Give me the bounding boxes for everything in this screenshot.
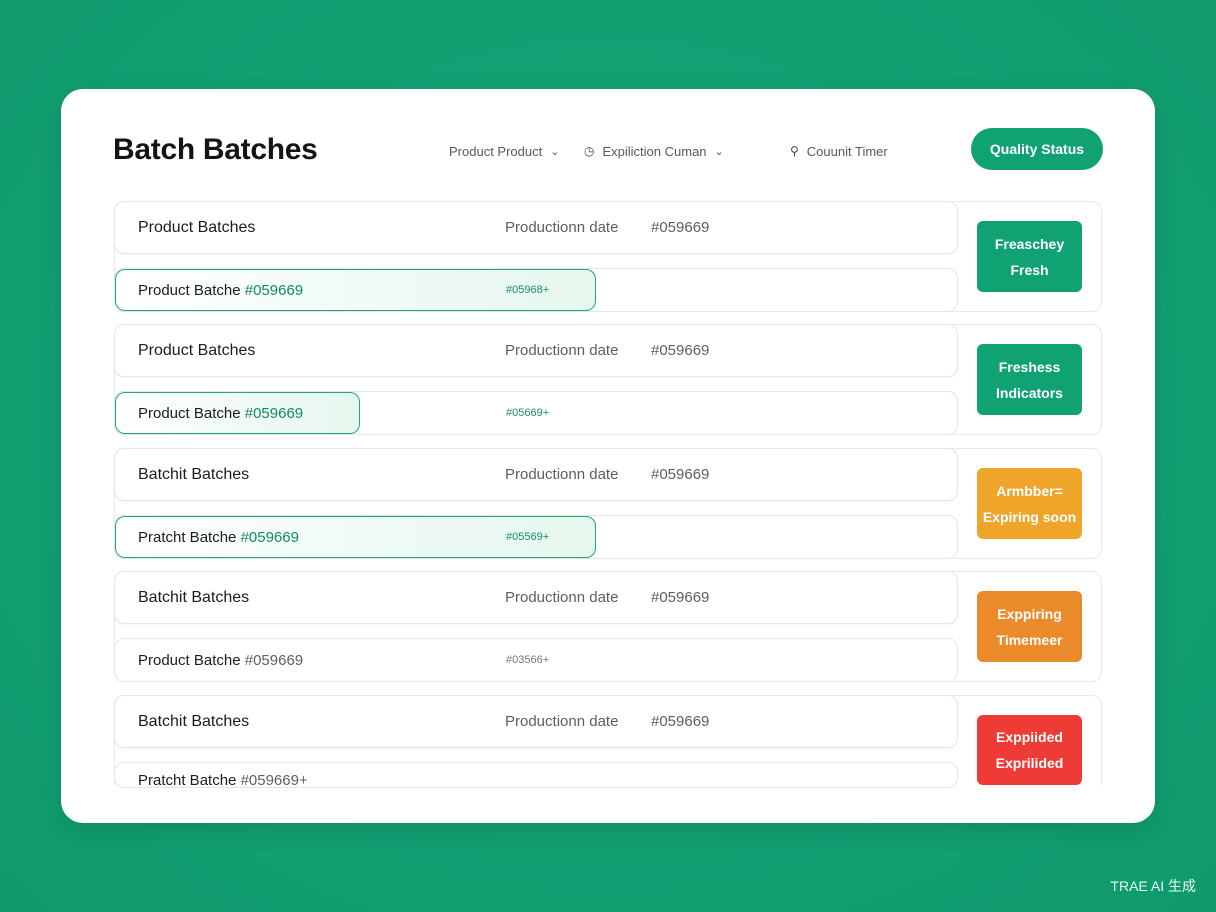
batch-code: #059669: [651, 219, 710, 236]
batch-small-code: #05669+: [506, 407, 550, 419]
badge-line-1: Freaschey: [994, 235, 1065, 252]
batch-small-code: #05968+: [506, 284, 550, 296]
batch-progress-row[interactable]: Pratcht Batche #059669+: [114, 762, 958, 788]
batch-group[interactable]: Product Batches Productionn date #059669…: [114, 201, 1102, 312]
pin-icon: ⚲: [790, 144, 799, 158]
badge-line-1: Exppiided: [996, 729, 1063, 745]
batch-group[interactable]: Batchit Batches Productionn date #059669…: [114, 448, 1102, 559]
batch-summary-row[interactable]: Batchit Batches Productionn date #059669: [114, 571, 958, 624]
batch-label: Product Batche #059669: [138, 282, 303, 299]
batch-name: Batchit Batches: [138, 713, 250, 730]
chevron-down-icon: ⌄: [550, 145, 560, 158]
batch-label-code: #059669: [244, 282, 304, 299]
badge-line-1: Armbber=: [996, 482, 1063, 499]
product-filter-dropdown[interactable]: Product Product ⌄: [449, 141, 559, 161]
expiration-filter-dropdown[interactable]: ◷ Expiliction Cuman ⌄: [584, 141, 724, 161]
batch-name: Product Batches: [138, 219, 256, 236]
freshness-status-badge[interactable]: Freshess Indicators: [977, 344, 1082, 415]
batch-name: Batchit Batches: [138, 466, 250, 483]
badge-line-2: Timemeer: [996, 631, 1063, 648]
batch-label: Product Batche #059669: [138, 652, 303, 669]
page-title: Batch Batches: [113, 133, 318, 166]
badge-line-1: Freshess: [998, 358, 1061, 375]
chevron-down-icon: ⌄: [714, 145, 724, 158]
batch-label: Product Batche #059669: [138, 405, 303, 422]
batch-group[interactable]: Batchit Batches Productionn date #059669…: [114, 695, 1102, 788]
badge-line-2: Fresh: [1010, 261, 1049, 278]
badge-line-2: Exprilided: [995, 755, 1064, 771]
batch-small-code: #03566+: [506, 654, 550, 666]
batch-label-prefix: Pratcht Batche: [138, 529, 237, 546]
batch-progress-row[interactable]: Product Batche #059669 #05968+: [114, 268, 958, 312]
timer-icon: ◷: [584, 144, 595, 158]
batch-label-code: #059669: [240, 529, 299, 546]
freshness-status-badge[interactable]: Exppiring Timemeer: [977, 591, 1082, 662]
countdown-timer-filter[interactable]: ⚲ Couunit Timer: [790, 141, 888, 161]
batch-label-code: #059669: [244, 405, 304, 422]
production-date-label: Productionn date: [505, 713, 619, 730]
batch-summary-row[interactable]: Product Batches Productionn date #059669: [114, 201, 958, 254]
batch-name: Product Batches: [138, 342, 256, 359]
batch-label-prefix: Product Batche: [138, 652, 241, 669]
batch-label-code: #059669: [244, 652, 304, 669]
watermark: TRAE AI 生成: [1110, 878, 1196, 894]
batch-code: #059669: [651, 589, 710, 606]
batch-label-prefix: Product Batche: [138, 282, 241, 299]
batch-label-code: #059669+: [240, 772, 308, 788]
batch-group[interactable]: Batchit Batches Productionn date #059669…: [114, 571, 1102, 682]
production-date-label: Productionn date: [505, 589, 619, 606]
batch-label: Pratcht Batche #059669: [138, 529, 299, 546]
batch-summary-row[interactable]: Product Batches Productionn date #059669: [114, 324, 958, 377]
expiration-filter-label: Expiliction Cuman: [602, 143, 707, 159]
badge-line-2: Expiring soon: [982, 508, 1077, 525]
batch-group[interactable]: Product Batches Productionn date #059669…: [114, 324, 1102, 435]
batch-name: Batchit Batches: [138, 589, 250, 606]
batch-progress-row[interactable]: Pratcht Batche #059669 #05569+: [114, 515, 958, 559]
production-date-label: Productionn date: [505, 342, 619, 359]
batch-progress-row[interactable]: Product Batche #059669 #05669+: [114, 391, 958, 435]
batch-progress-row[interactable]: Product Batche #059669 #03566+: [114, 638, 958, 682]
batches-panel: Batch Batches Product Product ⌄ ◷ Expili…: [61, 89, 1155, 823]
batch-summary-row[interactable]: Batchit Batches Productionn date #059669: [114, 695, 958, 748]
freshness-status-badge[interactable]: Freaschey Fresh: [977, 221, 1082, 292]
batch-code: #059669: [651, 713, 710, 730]
batch-code: #059669: [651, 342, 710, 359]
batch-label: Pratcht Batche #059669+: [138, 772, 308, 788]
badge-line-2: Indicators: [996, 384, 1063, 401]
batch-summary-row[interactable]: Batchit Batches Productionn date #059669: [114, 448, 958, 501]
freshness-status-badge[interactable]: Exppiided Exprilided: [977, 715, 1082, 785]
countdown-timer-label: Couunit Timer: [806, 143, 888, 159]
production-date-label: Productionn date: [505, 219, 619, 236]
batch-label-prefix: Pratcht Batche: [138, 772, 237, 788]
freshness-status-badge[interactable]: Armbber= Expiring soon: [977, 468, 1082, 539]
batch-small-code: #05569+: [506, 531, 550, 543]
badge-line-1: Exppiring: [997, 605, 1062, 622]
product-filter-label: Product Product: [449, 143, 543, 159]
quality-status-button[interactable]: Quality Status: [971, 128, 1103, 170]
production-date-label: Productionn date: [505, 466, 619, 483]
batch-code: #059669: [651, 466, 710, 483]
batch-label-prefix: Product Batche: [138, 405, 241, 422]
